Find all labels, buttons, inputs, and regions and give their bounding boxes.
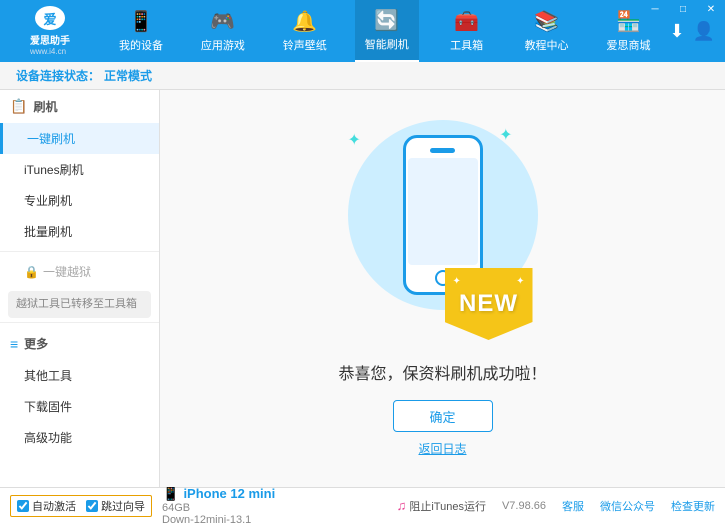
auto-activate-checkbox[interactable]: 自动激活 <box>17 498 76 514</box>
sidebar-item-itunes-flash[interactable]: iTunes刷机 <box>0 154 159 185</box>
close-button[interactable]: ✕ <box>697 0 725 18</box>
sidebar-item-advanced[interactable]: 高级功能 <box>0 422 159 453</box>
sidebar-section-flash-label: 刷机 <box>33 98 57 115</box>
customer-service-link[interactable]: 客服 <box>562 498 584 514</box>
sidebar-section-more-label: 更多 <box>24 335 48 352</box>
sidebar: 📋 刷机 一键刷机 iTunes刷机 专业刷机 批量刷机 🔒 一键越狱 越狱工具… <box>0 90 160 487</box>
device-fw: Down-12mini-13,1 <box>162 514 275 523</box>
sidebar-locked-label: 一键越狱 <box>43 263 91 280</box>
content-area: ✦ ✦ ✦ NEW ✦ 恭喜您，保资料刷机成功啦 <box>160 90 725 487</box>
new-badge: ✦ NEW ✦ <box>445 268 533 340</box>
more-section-icon: ≡ <box>10 336 18 352</box>
maximize-button[interactable]: □ <box>669 0 697 18</box>
sidebar-section-more: ≡ 更多 <box>0 327 159 360</box>
bottom-right: ♫ 阻止iTunes运行 V7.98.66 客服 微信公众号 检查更新 <box>397 498 715 514</box>
lock-icon: 🔒 <box>24 265 39 279</box>
logo-icon: 爱 <box>35 6 65 30</box>
device-icon: 📱 <box>129 9 154 34</box>
sidebar-divider-1 <box>0 251 159 252</box>
check-update-link[interactable]: 检查更新 <box>671 498 715 514</box>
sparkle-right: ✦ <box>499 125 512 145</box>
flash-section-icon: 📋 <box>10 98 27 115</box>
nav-smart-flash[interactable]: 🔄 智能刷机 <box>355 0 419 62</box>
skip-wizard-input[interactable] <box>86 500 98 512</box>
top-nav-bar: 爱 爱思助手 www.i4.cn 📱 我的设备 🎮 应用游戏 🔔 铃声壁纸 🔄 <box>0 0 725 62</box>
confirm-button[interactable]: 确定 <box>393 400 493 432</box>
logo-area: 爱 爱思助手 www.i4.cn <box>0 0 100 62</box>
auto-activate-label: 自动激活 <box>32 498 76 514</box>
phone-speaker <box>430 148 455 153</box>
top-right-controls: ⬇ 👤 <box>669 21 725 42</box>
sparkle-left: ✦ <box>348 130 361 150</box>
main-area: 📋 刷机 一键刷机 iTunes刷机 专业刷机 批量刷机 🔒 一键越狱 越狱工具… <box>0 90 725 487</box>
phone-icon: 📱 <box>162 485 179 502</box>
itunes-running[interactable]: ♫ 阻止iTunes运行 <box>397 498 486 514</box>
sidebar-divider-2 <box>0 322 159 323</box>
phone-screen <box>408 158 478 265</box>
status-label: 设备连接状态： <box>16 67 100 84</box>
success-text: 恭喜您，保资料刷机成功啦！ <box>338 360 546 384</box>
window-controls: ─ □ ✕ <box>641 0 725 18</box>
ringtone-icon: 🔔 <box>292 9 317 34</box>
minimize-button[interactable]: ─ <box>641 0 669 18</box>
sidebar-item-onekey-flash[interactable]: 一键刷机 <box>0 123 159 154</box>
sidebar-item-other-tools[interactable]: 其他工具 <box>0 360 159 391</box>
new-text: NEW <box>459 290 518 318</box>
account-btn[interactable]: 👤 <box>693 21 715 42</box>
nav-items: 📱 我的设备 🎮 应用游戏 🔔 铃声壁纸 🔄 智能刷机 🧰 工具箱 📚 <box>100 0 669 62</box>
sidebar-item-batch-flash[interactable]: 批量刷机 <box>0 216 159 247</box>
tutorial-icon: 📚 <box>534 9 559 34</box>
logo-text: 爱思助手 www.i4.cn <box>30 32 70 56</box>
new-badge-wrapper: ✦ NEW ✦ <box>445 268 533 340</box>
store-icon: 🏪 <box>616 9 641 34</box>
nav-tutorial[interactable]: 📚 教程中心 <box>515 0 579 62</box>
sidebar-locked-jailbreak: 🔒 一键越狱 <box>0 256 159 287</box>
nav-apps-games[interactable]: 🎮 应用游戏 <box>191 0 255 62</box>
device-info: 📱 iPhone 12 mini 64GB Down-12mini-13,1 <box>162 485 275 523</box>
sidebar-item-download-fw[interactable]: 下载固件 <box>0 391 159 422</box>
sidebar-section-flash: 📋 刷机 <box>0 90 159 123</box>
sidebar-notice: 越狱工具已转移至工具箱 <box>8 291 151 318</box>
flash-icon: 🔄 <box>374 8 399 33</box>
skip-wizard-label: 跳过向导 <box>101 498 145 514</box>
status-value: 正常模式 <box>104 67 152 84</box>
nav-toolbox[interactable]: 🧰 工具箱 <box>437 0 497 62</box>
device-storage: 64GB <box>162 502 275 514</box>
return-link[interactable]: 返回日志 <box>418 440 466 457</box>
toolbox-icon: 🧰 <box>454 9 479 34</box>
wechat-official-link[interactable]: 微信公众号 <box>600 498 655 514</box>
skip-wizard-checkbox[interactable]: 跳过向导 <box>86 498 145 514</box>
apps-icon: 🎮 <box>210 9 235 34</box>
bottom-bar: 自动激活 跳过向导 📱 iPhone 12 mini 64GB Down-12m… <box>0 487 725 523</box>
status-bar: 设备连接状态： 正常模式 <box>0 62 725 90</box>
itunes-icon: ♫ <box>397 498 407 513</box>
sidebar-item-pro-flash[interactable]: 专业刷机 <box>0 185 159 216</box>
star-left: ✦ <box>453 276 461 287</box>
bottom-checkboxes: 自动激活 跳过向导 <box>10 495 152 517</box>
nav-ringtones[interactable]: 🔔 铃声壁纸 <box>273 0 337 62</box>
version-text: V7.98.66 <box>502 500 546 512</box>
download-btn[interactable]: ⬇ <box>669 21 684 42</box>
device-name: iPhone 12 mini <box>183 486 275 501</box>
star-right: ✦ <box>516 276 524 287</box>
phone-illustration: ✦ ✦ ✦ NEW ✦ <box>343 120 543 340</box>
auto-activate-input[interactable] <box>17 500 29 512</box>
nav-my-device[interactable]: 📱 我的设备 <box>109 0 173 62</box>
